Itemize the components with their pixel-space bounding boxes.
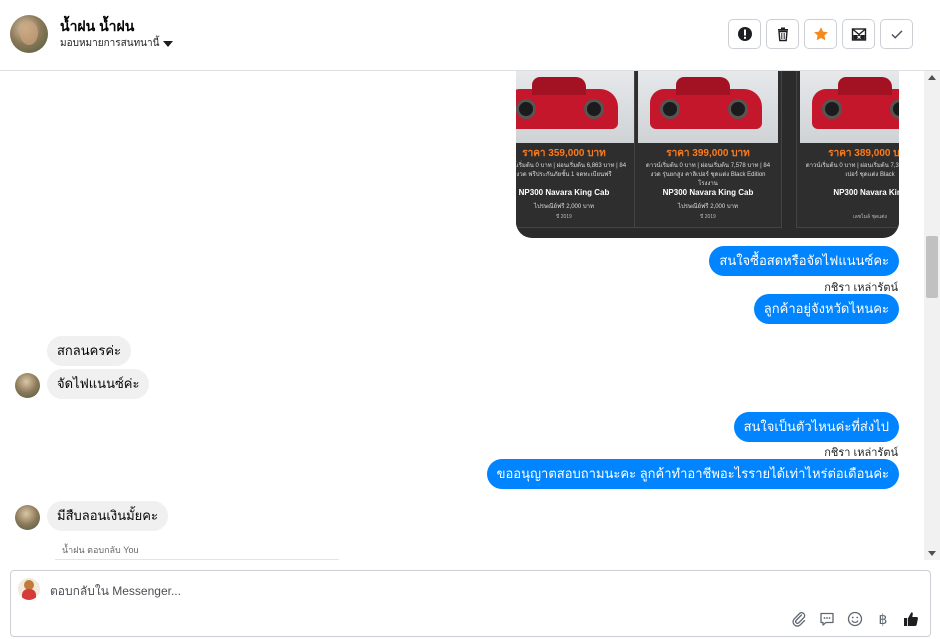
card-model: NP300 Navara King Cab — [518, 188, 610, 197]
check-icon — [891, 30, 902, 39]
conversation-thread[interactable]: ราคา 359,000 บาท ดาวน์เริ่มต้น 0 บาท | ผ… — [0, 71, 924, 560]
star-icon — [813, 27, 828, 41]
card-price: ราคา 389,000 บาท — [828, 148, 899, 159]
card-note: ไปรษณีย์ฟรี 2,000 บาท — [677, 204, 739, 210]
thumbs-up-icon — [904, 612, 918, 626]
card-note: ไปรษณีย์ฟรี 2,000 บาท — [533, 204, 595, 210]
scroll-up-arrow-icon[interactable] — [928, 75, 936, 80]
carousel-card[interactable]: ราคา 359,000 บาท ดาวน์เริ่มต้น 0 บาท | ผ… — [516, 71, 638, 228]
message-composer: ฿ — [10, 570, 931, 637]
card-model: NP300 Navara King — [833, 188, 899, 197]
emoji-icon — [847, 611, 863, 627]
contact-avatar-small — [15, 373, 40, 398]
reply-indicator: น้ำฝน ตอบกลับ You — [62, 545, 139, 555]
outgoing-message[interactable]: ขออนุญาตสอบถามนะคะ ลูกค้าทำอาชีพอะไรรายไ… — [486, 459, 899, 489]
emoji-button[interactable] — [846, 610, 864, 628]
card-description: ดาวน์เริ่มต้น 0 บาท | ผ่อนเริ่มต้น 7,578… — [645, 163, 771, 187]
card-meta: เลขไมล์ ชุดแต่ง — [852, 214, 887, 220]
car-photo — [638, 71, 778, 143]
paperclip-icon — [792, 612, 806, 627]
saved-replies-button[interactable] — [818, 610, 836, 628]
card-description: ดาวน์เริ่มต้น 0 บาท | ผ่อนเริ่มต้น 6,863… — [516, 163, 627, 178]
assign-conversation-dropdown[interactable]: มอบหมายการสนทนานี้ — [60, 36, 174, 51]
carousel-card[interactable]: ราคา 389,000 บาท ดาวน์เริ่มต้น 0 บาท | ผ… — [796, 71, 899, 228]
conversation-header: น้ำฝน น้ำฝน มอบหมายการสนทนานี้ — [0, 0, 940, 71]
payment-button[interactable]: ฿ — [874, 610, 892, 628]
mark-unread-button[interactable] — [842, 19, 875, 49]
like-button[interactable] — [902, 610, 920, 628]
baht-icon: ฿ — [878, 610, 888, 627]
envelope-x-icon — [851, 28, 866, 41]
attach-file-button[interactable] — [790, 610, 808, 628]
scroll-thumb[interactable] — [926, 236, 938, 298]
outgoing-message[interactable]: ลูกค้าอยู่จังหวัดไหนคะ — [753, 294, 899, 324]
assign-label: มอบหมายการสนทนานี้ — [60, 38, 160, 49]
contact-avatar-small — [15, 505, 40, 530]
incoming-message[interactable]: สกลนครค่ะ — [47, 336, 132, 366]
mark-done-button[interactable] — [880, 19, 913, 49]
star-button[interactable] — [804, 19, 837, 49]
card-meta: ปี 2019 — [700, 214, 716, 220]
car-photo — [516, 71, 634, 143]
carousel-card[interactable]: ราคา 399,000 บาท ดาวน์เริ่มต้น 0 บาท | ผ… — [634, 71, 782, 228]
contact-avatar[interactable] — [10, 15, 48, 53]
saved-reply-icon — [820, 612, 834, 626]
trash-icon — [777, 27, 788, 42]
scroll-down-arrow-icon[interactable] — [928, 551, 936, 556]
reply-input[interactable] — [50, 584, 750, 598]
card-description: ดาวน์เริ่มต้น 0 บาท | ผ่อนเริ่มต้น 7,3 ร… — [805, 163, 899, 178]
conversation-actions — [728, 19, 913, 49]
car-photo — [800, 71, 899, 143]
card-meta: ปี 2019 — [556, 214, 572, 220]
mark-spam-button[interactable] — [728, 19, 761, 49]
incoming-message[interactable]: จัดไฟแนนซ์ค่ะ — [47, 369, 150, 399]
alert-icon — [737, 27, 752, 41]
reply-quote-bar — [55, 559, 339, 560]
caret-down-icon — [163, 41, 174, 47]
card-price: ราคา 359,000 บาท — [522, 148, 606, 159]
outgoing-message[interactable]: สนใจเป็นตัวไหนค่ะที่ส่งไป — [733, 412, 899, 442]
delete-button[interactable] — [766, 19, 799, 49]
contact-name[interactable]: น้ำฝน น้ำฝน — [60, 16, 134, 38]
conversation-scrollbar[interactable] — [924, 71, 940, 560]
page-avatar — [18, 578, 40, 600]
composer-tools: ฿ — [790, 610, 920, 628]
image-carousel-attachment[interactable]: ราคา 359,000 บาท ดาวน์เริ่มต้น 0 บาท | ผ… — [516, 71, 899, 238]
incoming-message[interactable]: มีสืบลอนเงินมั้ยคะ — [47, 501, 168, 531]
card-model: NP300 Navara King Cab — [662, 188, 754, 197]
outgoing-message[interactable]: สนใจซื้อสดหรือจัดไฟแนนซ์คะ — [709, 246, 899, 276]
card-price: ราคา 399,000 บาท — [666, 148, 750, 159]
